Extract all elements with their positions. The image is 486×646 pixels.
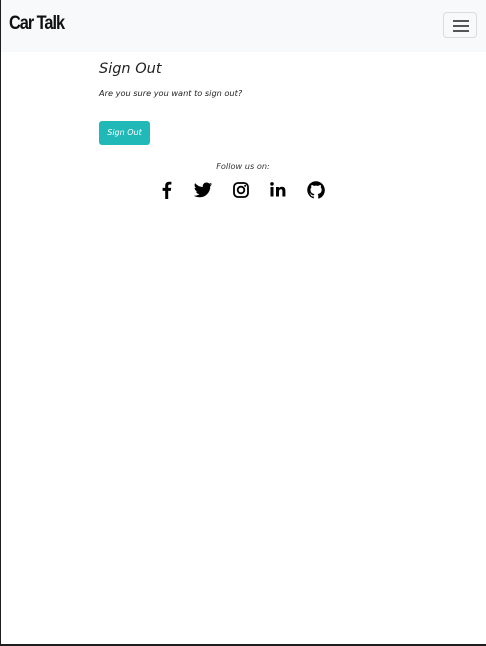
- facebook-icon: [162, 181, 172, 199]
- github-icon: [307, 181, 325, 199]
- brand-logo[interactable]: Car Talk: [9, 13, 65, 35]
- instagram-link[interactable]: [231, 180, 251, 200]
- linkedin-icon: [270, 182, 286, 197]
- sign-out-button[interactable]: Sign Out: [99, 121, 150, 145]
- navbar-toggler-button[interactable]: [443, 12, 477, 38]
- page-title: Sign Out: [99, 61, 162, 77]
- hamburger-menu-icon: [453, 20, 469, 22]
- signout-confirmation-text: Are you sure you want to sign out?: [99, 88, 243, 98]
- twitter-icon: [193, 182, 213, 198]
- facebook-link[interactable]: [157, 180, 177, 200]
- github-link[interactable]: [306, 180, 326, 200]
- follow-us-label: Follow us on:: [216, 161, 270, 171]
- instagram-icon: [233, 182, 249, 198]
- page-frame: [0, 0, 486, 646]
- twitter-link[interactable]: [193, 180, 213, 200]
- linkedin-link[interactable]: [268, 180, 288, 200]
- navbar: Car Talk: [1, 0, 486, 52]
